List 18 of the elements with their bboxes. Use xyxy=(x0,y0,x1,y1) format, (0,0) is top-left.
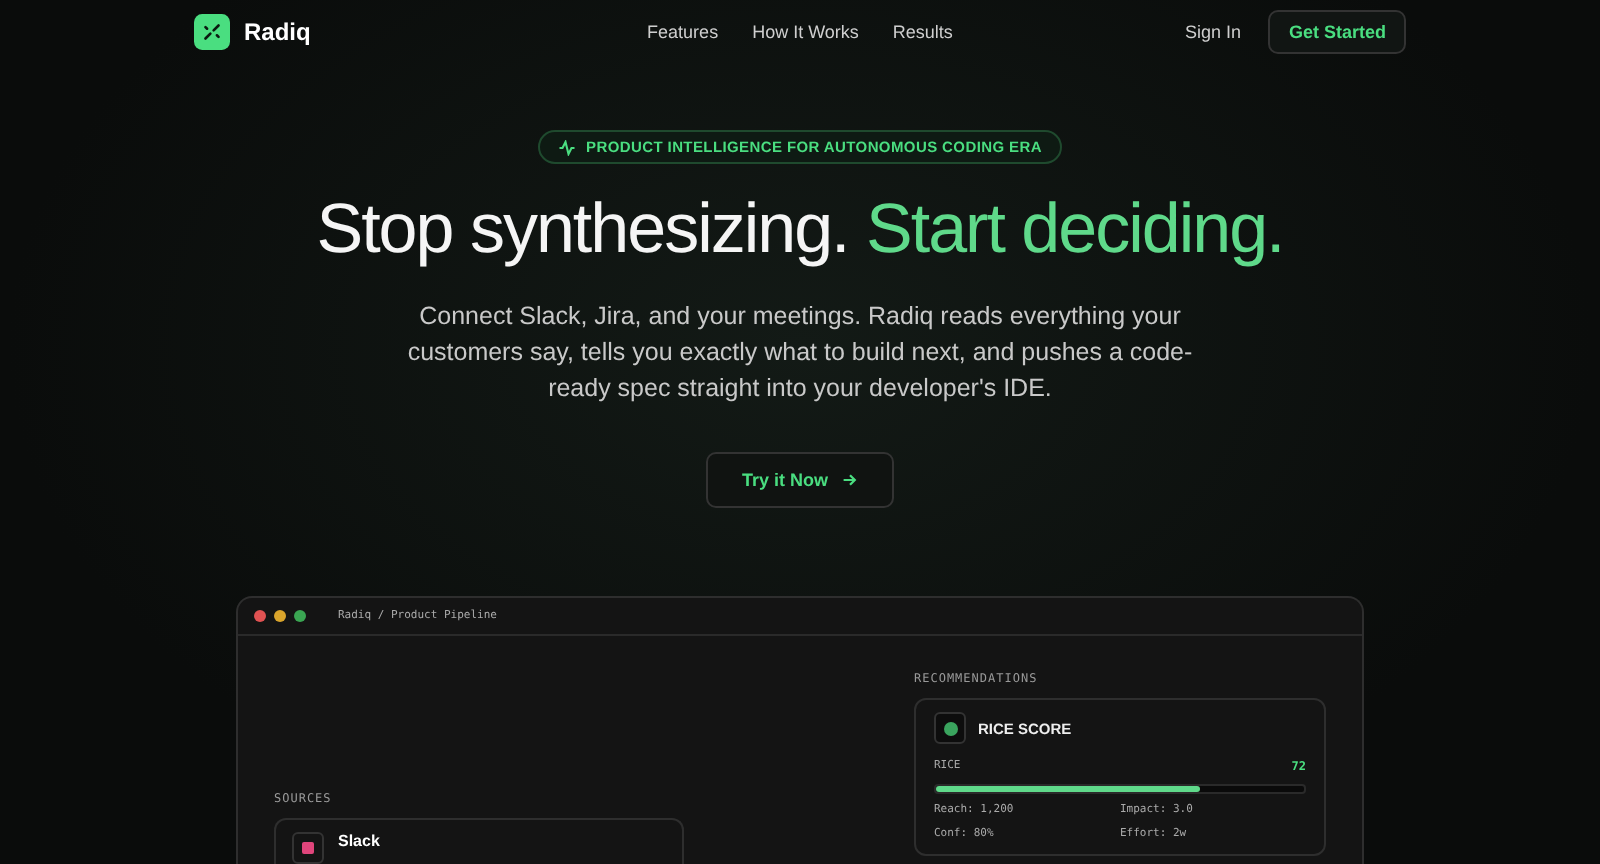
headline-accent: Start deciding. xyxy=(866,190,1284,268)
nav-link[interactable]: Features xyxy=(647,22,719,42)
sign-in-link[interactable]: Sign In xyxy=(1184,22,1241,42)
get-started-button[interactable]: Get Started xyxy=(1268,10,1406,54)
headline: Stop synthesizing. xyxy=(316,190,849,268)
status-icon xyxy=(934,712,966,744)
minimize-dot xyxy=(274,610,286,622)
nav-link[interactable]: How It Works xyxy=(752,22,859,42)
source-name: Slack xyxy=(338,832,380,850)
maximize-dot xyxy=(294,610,306,622)
close-dot xyxy=(254,610,266,622)
brand-name: Radiq xyxy=(244,18,311,46)
logo-icon xyxy=(194,14,230,50)
arrow-right-icon xyxy=(842,472,858,488)
subtitle: Connect Slack, Jira, and your meetings. Radiq reads everything your customers say, tells you exactly what to build next, and pushes a code-ready spec straight into your developer's IDE. xyxy=(405,300,1195,406)
try-it-now-button[interactable]: Try it Now xyxy=(705,452,894,508)
nav-link[interactable]: Results xyxy=(892,22,953,42)
pulse-icon xyxy=(558,139,577,155)
